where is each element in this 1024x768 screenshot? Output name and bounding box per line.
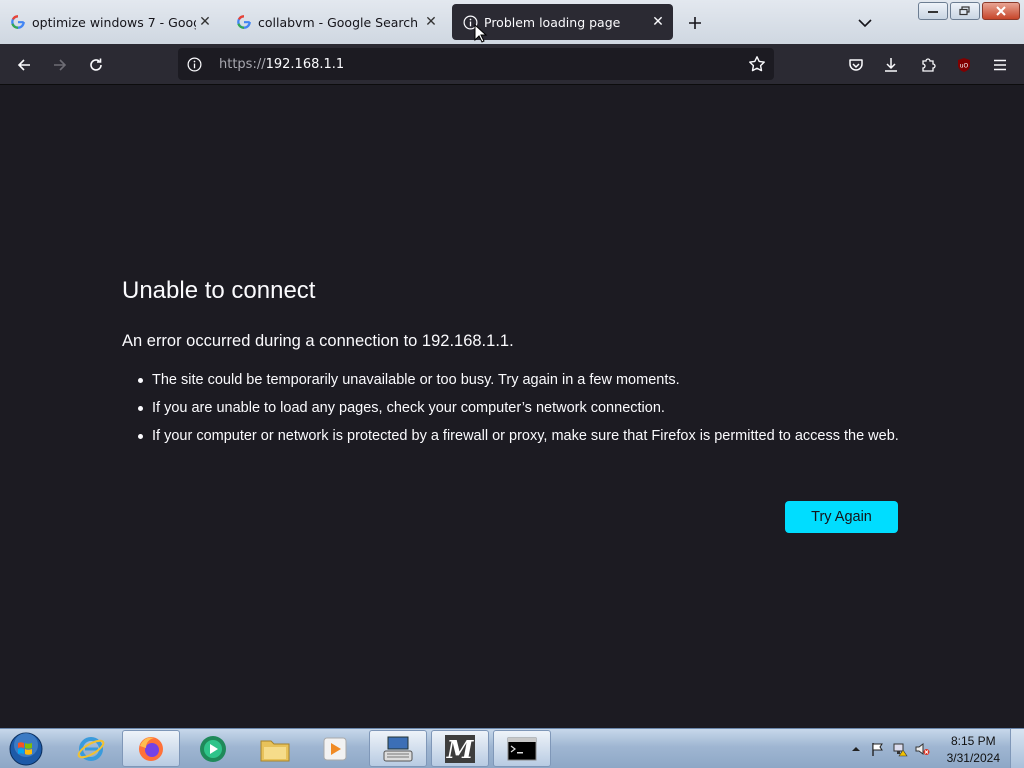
google-icon xyxy=(10,14,26,30)
downloads-icon[interactable] xyxy=(878,52,904,78)
suggestion-text: The site could be temporarily unavailabl… xyxy=(152,372,680,388)
svg-text:M: M xyxy=(446,735,475,764)
url-bar[interactable]: https://192.168.1.1 xyxy=(178,48,774,80)
error-description: An error occurred during a connection to… xyxy=(122,332,514,350)
network-warning-icon[interactable] xyxy=(892,741,908,757)
tab-optimize-windows[interactable]: optimize windows 7 - Google Search ✕ xyxy=(0,4,220,40)
site-info-icon[interactable] xyxy=(186,56,202,72)
system-tray xyxy=(848,729,930,768)
list-item: The site could be temporarily unavailabl… xyxy=(136,370,906,390)
reload-icon[interactable] xyxy=(83,52,109,78)
internet-explorer-icon[interactable] xyxy=(62,730,120,767)
extensions-puzzle-icon[interactable] xyxy=(915,52,941,78)
list-item: If your computer or network is protected… xyxy=(136,426,906,446)
tab-title: optimize windows 7 - Google Search xyxy=(32,14,196,30)
suggestion-text: If your computer or network is protected… xyxy=(152,428,899,444)
media-center-icon[interactable] xyxy=(184,730,242,767)
url-text[interactable]: https://192.168.1.1 xyxy=(219,57,344,72)
forward-arrow-icon[interactable] xyxy=(47,52,73,78)
error-title: Unable to connect xyxy=(122,277,316,304)
tab-title: collabvm - Google Search xyxy=(258,14,419,30)
mouse-cursor-icon xyxy=(474,23,488,48)
back-arrow-icon[interactable] xyxy=(11,52,37,78)
window-controls xyxy=(918,2,1020,20)
taskbar: M 8:15 PM 3/31/2024 xyxy=(0,728,1024,768)
file-explorer-icon[interactable] xyxy=(246,730,304,767)
media-player-icon[interactable] xyxy=(306,730,364,767)
hamburger-menu-icon[interactable] xyxy=(987,52,1013,78)
clock-date: 3/31/2024 xyxy=(946,751,1000,765)
start-button-windows-icon[interactable] xyxy=(6,730,46,768)
tab-collabvm[interactable]: collabvm - Google Search ✕ xyxy=(226,4,446,40)
try-again-button[interactable]: Try Again xyxy=(785,501,898,533)
close-window-button[interactable] xyxy=(982,2,1020,20)
bullet-icon xyxy=(138,406,143,411)
bullet-icon xyxy=(138,378,143,383)
m-app-icon[interactable]: M xyxy=(431,730,489,767)
system-clock[interactable]: 8:15 PM 3/31/2024 xyxy=(947,733,1000,767)
command-prompt-icon[interactable] xyxy=(493,730,551,767)
close-tab-icon[interactable]: ✕ xyxy=(196,13,214,31)
close-tab-icon[interactable]: ✕ xyxy=(422,13,440,31)
url-host: 192.168.1.1 xyxy=(265,56,345,72)
bookmark-star-icon[interactable] xyxy=(748,55,766,73)
svg-text:uO: uO xyxy=(960,63,969,70)
url-scheme: https:// xyxy=(219,56,266,72)
tab-title: Problem loading page xyxy=(484,14,621,30)
action-center-flag-icon[interactable] xyxy=(870,741,886,757)
suggestion-text: If you are unable to load any pages, che… xyxy=(152,400,665,416)
tab-strip: optimize windows 7 - Google Search ✕ col… xyxy=(0,0,1024,44)
clock-time: 8:15 PM xyxy=(950,734,996,748)
error-suggestions: The site could be temporarily unavailabl… xyxy=(136,370,906,454)
ublock-origin-icon[interactable]: uO xyxy=(951,52,977,78)
close-tab-icon[interactable]: ✕ xyxy=(649,13,667,31)
volume-muted-icon[interactable] xyxy=(914,741,930,757)
list-item: If you are unable to load any pages, che… xyxy=(136,398,906,418)
show-desktop-button[interactable] xyxy=(1010,729,1024,768)
firefox-icon[interactable] xyxy=(122,730,180,767)
pocket-icon[interactable] xyxy=(843,52,869,78)
bullet-icon xyxy=(138,434,143,439)
remote-keyboard-icon[interactable] xyxy=(369,730,427,767)
new-tab-plus-icon[interactable] xyxy=(684,12,706,34)
minimize-button[interactable] xyxy=(918,2,948,20)
show-hidden-icons-arrow-icon[interactable] xyxy=(848,741,864,757)
navigation-toolbar: https://192.168.1.1 uO xyxy=(0,44,1024,85)
restore-button[interactable] xyxy=(950,2,980,20)
list-all-tabs-chevron-icon[interactable] xyxy=(854,12,876,34)
error-page: Unable to connect An error occurred duri… xyxy=(0,86,1024,728)
google-icon xyxy=(236,14,252,30)
